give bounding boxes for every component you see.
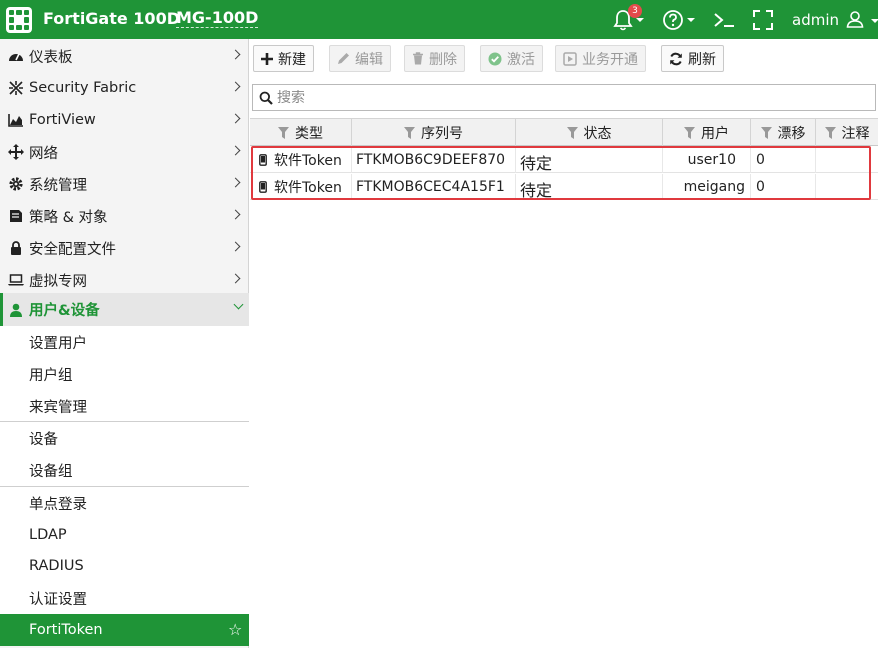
- notification-badge: 3: [628, 4, 642, 18]
- gear-icon: [7, 177, 25, 191]
- sidebar-sub-single-sign-on[interactable]: 单点登录: [0, 487, 249, 519]
- cell-user: user10: [663, 147, 751, 173]
- pencil-icon: [337, 52, 350, 65]
- play-square-icon: [563, 51, 577, 66]
- sidebar-sub-auth-settings[interactable]: 认证设置: [0, 582, 249, 614]
- user-icon: [7, 303, 25, 317]
- sidebar-item-security-profiles[interactable]: 安全配置文件: [0, 232, 249, 264]
- filter-icon[interactable]: [760, 126, 772, 139]
- star-icon[interactable]: ☆: [228, 620, 242, 639]
- trash-icon: [412, 52, 424, 65]
- user-menu[interactable]: admin: [792, 10, 878, 29]
- provision-button[interactable]: 业务开通: [555, 45, 646, 72]
- user-name: admin: [792, 11, 839, 29]
- sidebar-item-vpn[interactable]: 虚拟专网: [0, 264, 249, 296]
- cell-serial: FTKMOB6CEC4A15F1: [352, 174, 516, 200]
- help-icon[interactable]: [662, 8, 695, 32]
- filter-icon[interactable]: [684, 126, 695, 139]
- search-box: [252, 84, 876, 111]
- column-header-user[interactable]: 用户: [663, 119, 751, 146]
- cell-drift: 0: [751, 174, 816, 200]
- fullscreen-icon[interactable]: [752, 8, 774, 32]
- plus-icon: [261, 52, 273, 65]
- table-row[interactable]: 软件Token FTKMOB6C9DEEF870 待定 user10 0: [250, 147, 878, 173]
- delete-button[interactable]: 删除: [404, 45, 465, 72]
- sidebar-sub-radius[interactable]: RADIUS: [0, 550, 249, 582]
- filter-icon[interactable]: [824, 126, 836, 139]
- cell-type: 软件Token: [274, 153, 342, 169]
- cell-status: 待定: [516, 147, 663, 173]
- sidebar-sub-device-groups[interactable]: 设备组: [0, 454, 249, 486]
- filter-icon[interactable]: [566, 126, 578, 139]
- refresh-button[interactable]: 刷新: [661, 45, 724, 72]
- sidebar-item-network[interactable]: 网络: [0, 136, 249, 168]
- table-row[interactable]: 软件Token FTKMOB6CEC4A15F1 待定 meigang 0: [250, 174, 878, 200]
- chart-icon: [7, 113, 25, 127]
- sidebar-sub-devices[interactable]: 设备: [0, 422, 249, 454]
- column-header-type[interactable]: 类型: [250, 119, 352, 146]
- cell-user: meigang: [663, 174, 751, 200]
- cell-serial: FTKMOB6C9DEEF870: [352, 147, 516, 173]
- column-header-drift[interactable]: 漂移: [751, 119, 816, 146]
- search-input[interactable]: [277, 89, 857, 106]
- product-name: FortiGate 100D: [43, 9, 180, 28]
- sidebar-item-policy-objects[interactable]: 策略 & 对象: [0, 200, 249, 232]
- sidebar-sub-fortitoken[interactable]: FortiToken ☆: [0, 614, 249, 646]
- sidebar-sub-guest-management[interactable]: 来宾管理: [0, 390, 249, 422]
- create-new-button[interactable]: 新建: [253, 45, 314, 72]
- sidebar-item-dashboard[interactable]: 仪表板: [0, 40, 249, 72]
- sidebar-sub-fortitoken-label: FortiToken: [29, 622, 103, 638]
- mobile-icon: [259, 154, 267, 166]
- sidebar-sub-user-definition[interactable]: 设置用户: [0, 326, 249, 358]
- mobile-icon: [259, 181, 267, 193]
- column-header-serial[interactable]: 序列号: [352, 119, 516, 146]
- column-header-comments[interactable]: 注释: [816, 119, 878, 146]
- fortinet-logo-icon[interactable]: [6, 7, 32, 33]
- fabric-icon: [7, 80, 25, 96]
- network-icon: [7, 144, 25, 160]
- sidebar-sub-ldap[interactable]: LDAP: [0, 519, 249, 551]
- sidebar-item-security-fabric[interactable]: Security Fabric: [0, 72, 249, 104]
- cell-drift: 0: [751, 147, 816, 173]
- search-icon: [259, 91, 273, 105]
- laptop-icon: [7, 274, 25, 286]
- sidebar-nav: 仪表板 Security Fabric FortiView 网络 系统管理 策略…: [0, 39, 249, 648]
- lock-icon: [7, 241, 25, 255]
- dashboard-icon: [7, 49, 25, 63]
- filter-icon[interactable]: [404, 126, 415, 139]
- cell-status: 待定: [516, 174, 663, 200]
- check-circle-icon: [488, 52, 502, 66]
- cli-console-icon[interactable]: [712, 8, 736, 32]
- sidebar-item-user-device[interactable]: 用户&设备: [0, 293, 249, 326]
- refresh-icon: [669, 52, 683, 66]
- policy-icon: [7, 209, 25, 223]
- column-header-status[interactable]: 状态: [516, 119, 663, 146]
- top-header: FortiGate 100D MG-100D 3 admin: [0, 0, 878, 39]
- edit-button[interactable]: 编辑: [329, 45, 391, 72]
- cell-comment: [816, 147, 878, 173]
- table-header: 类型 序列号 状态 用户 漂移 注释: [250, 118, 878, 146]
- hostname-link[interactable]: MG-100D: [176, 9, 259, 28]
- filter-icon[interactable]: [278, 126, 289, 139]
- cell-comment: [816, 174, 878, 200]
- sidebar-item-fortiview[interactable]: FortiView: [0, 104, 249, 136]
- cell-type: 软件Token: [274, 180, 342, 196]
- activate-button[interactable]: 激活: [480, 45, 543, 72]
- user-avatar-icon: [846, 11, 864, 28]
- sidebar-item-system[interactable]: 系统管理: [0, 168, 249, 200]
- sidebar-sub-user-groups[interactable]: 用户组: [0, 358, 249, 390]
